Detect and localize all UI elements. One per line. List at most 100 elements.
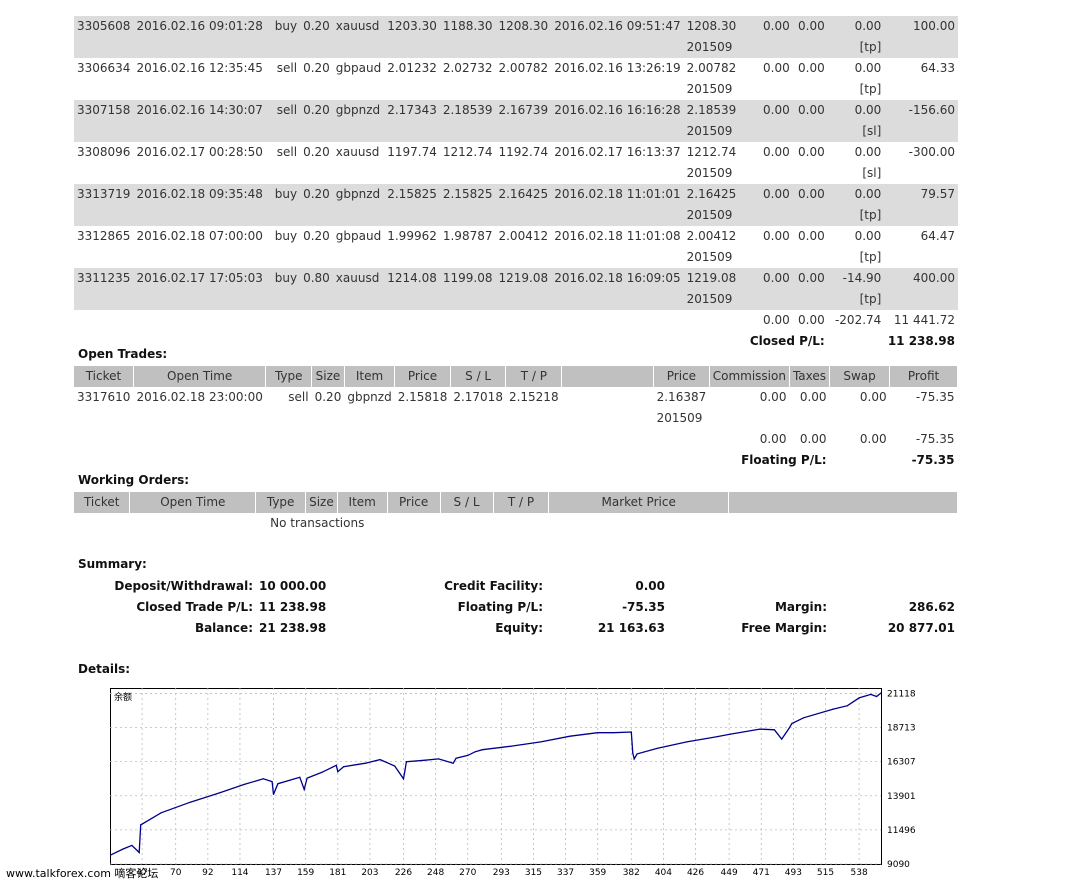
- sl: 1.98787: [442, 229, 493, 243]
- y-tick-label: 18713: [887, 724, 916, 734]
- x-tick-label: 159: [297, 868, 314, 878]
- closed-trade-pl-label: Closed Trade P/L:: [136, 600, 253, 614]
- y-tick-label: 11496: [887, 826, 916, 836]
- data-point: [277, 783, 279, 785]
- table-subrow: 201509 [tp]: [74, 247, 958, 268]
- x-tick-label: 137: [265, 868, 282, 878]
- profit: -75.35: [915, 390, 955, 404]
- data-point: [569, 735, 571, 737]
- data-point: [335, 764, 337, 766]
- taxes: 0.00: [792, 100, 828, 121]
- commission: 0.00: [763, 145, 790, 159]
- col-swap: Swap: [829, 366, 891, 387]
- item: xauusd: [335, 145, 380, 159]
- size: 0.20: [300, 16, 333, 37]
- x-tick-label: 359: [589, 868, 606, 878]
- taxes: 0.00: [792, 16, 828, 37]
- total-commission: 0.00: [763, 313, 790, 327]
- col-item: Item: [344, 366, 396, 387]
- tp: 2.16739: [495, 100, 552, 121]
- data-point: [613, 732, 615, 734]
- closed-trade-pl-value: 11 238.98: [259, 600, 327, 614]
- col-open-time: Open Time: [133, 366, 267, 387]
- size: 0.20: [300, 100, 333, 121]
- type: buy: [265, 16, 301, 37]
- watermark-site: www.talkforex.com: [6, 867, 111, 880]
- data-point: [306, 777, 308, 779]
- data-point: [510, 745, 513, 747]
- col-item: Item: [337, 492, 388, 513]
- sub-price: 201509: [684, 8, 740, 16]
- col-commission: Commission: [709, 366, 790, 387]
- data-point: [729, 733, 732, 735]
- data-point: [189, 801, 191, 803]
- table-subrow: 201509 [tp]: [74, 205, 958, 226]
- price: 2.01232: [387, 61, 437, 75]
- data-point: [759, 728, 761, 730]
- swap: 0.00: [827, 184, 885, 205]
- data-point: [832, 708, 834, 710]
- data-point: [803, 717, 805, 719]
- data-point: [262, 778, 264, 780]
- x-tick-label: 426: [687, 868, 704, 878]
- open-total-taxes: 0.00: [799, 432, 827, 446]
- profit: -300.00: [908, 145, 955, 159]
- x-tick-label: 293: [493, 868, 510, 878]
- data-point: [715, 736, 717, 738]
- type: sell: [288, 390, 309, 404]
- x-tick-label: 382: [623, 868, 640, 878]
- table-subrow: 201509 [sl]: [74, 121, 958, 142]
- open-total-profit: -75.35: [915, 432, 955, 446]
- closed-totals-row: 0.00 0.00 -202.74 11 441.72: [74, 310, 958, 331]
- closed-pl-row: Closed P/L: 11 238.98: [74, 331, 958, 352]
- tp: 2.16425: [495, 184, 552, 205]
- x-tick-label: 203: [361, 868, 378, 878]
- sub-price: 201509: [683, 289, 740, 310]
- swap: 0.00: [827, 100, 885, 121]
- x-tick-label: 515: [817, 868, 834, 878]
- size: 0.80: [300, 268, 333, 289]
- take-profit: 2.15218: [508, 390, 559, 404]
- data-point: [364, 762, 367, 764]
- close-time: 2016.02.16 13:26:19: [554, 61, 681, 75]
- profit: 64.33: [920, 61, 955, 75]
- col-blank: [728, 492, 959, 513]
- data-point: [632, 752, 634, 754]
- data-point: [299, 776, 301, 778]
- equity-label: Equity:: [495, 621, 543, 635]
- working-orders-header: Ticket Open Time Type Size Item Price S …: [74, 492, 959, 513]
- close-time: 2016.02.18 11:01:08: [554, 229, 681, 243]
- x-tick-label: 449: [721, 868, 738, 878]
- credit-label: Credit Facility:: [444, 579, 543, 593]
- item: xauusd: [332, 268, 385, 289]
- col-price: Price: [387, 492, 441, 513]
- price: 1203.30: [384, 16, 440, 37]
- open-total-swap: 0.00: [859, 432, 887, 446]
- sl: 1188.30: [439, 16, 496, 37]
- col-open-time: Open Time: [129, 492, 257, 513]
- data-point: [452, 762, 454, 764]
- col-profit: Profit: [889, 366, 958, 387]
- floating-value: -75.35: [622, 600, 665, 614]
- price: 2.17343: [384, 100, 440, 121]
- close-time: 2016.02.18 16:09:05: [551, 268, 684, 289]
- item: gbpaud: [335, 61, 382, 75]
- sub-price: 201509: [683, 205, 740, 226]
- close-reason: [tp]: [827, 289, 885, 310]
- ticket: 3307158: [74, 100, 134, 121]
- commission: 0.00: [739, 184, 793, 205]
- data-point: [858, 697, 860, 699]
- floating-pl-label: Floating P/L:: [741, 453, 827, 467]
- margin-label: Margin:: [774, 600, 827, 614]
- col-tp: T / P: [505, 366, 563, 387]
- data-point: [791, 722, 793, 725]
- data-point: [160, 812, 162, 814]
- data-point: [138, 851, 140, 854]
- price: 1214.08: [384, 268, 440, 289]
- empty-row: No transactions: [74, 513, 958, 534]
- open-time: 2016.02.16 12:35:45: [136, 61, 263, 75]
- y-tick-label: 21118: [887, 689, 916, 699]
- col-market-price: Market Price: [548, 492, 729, 513]
- col-ticket: Ticket: [74, 366, 134, 387]
- data-point: [540, 741, 542, 743]
